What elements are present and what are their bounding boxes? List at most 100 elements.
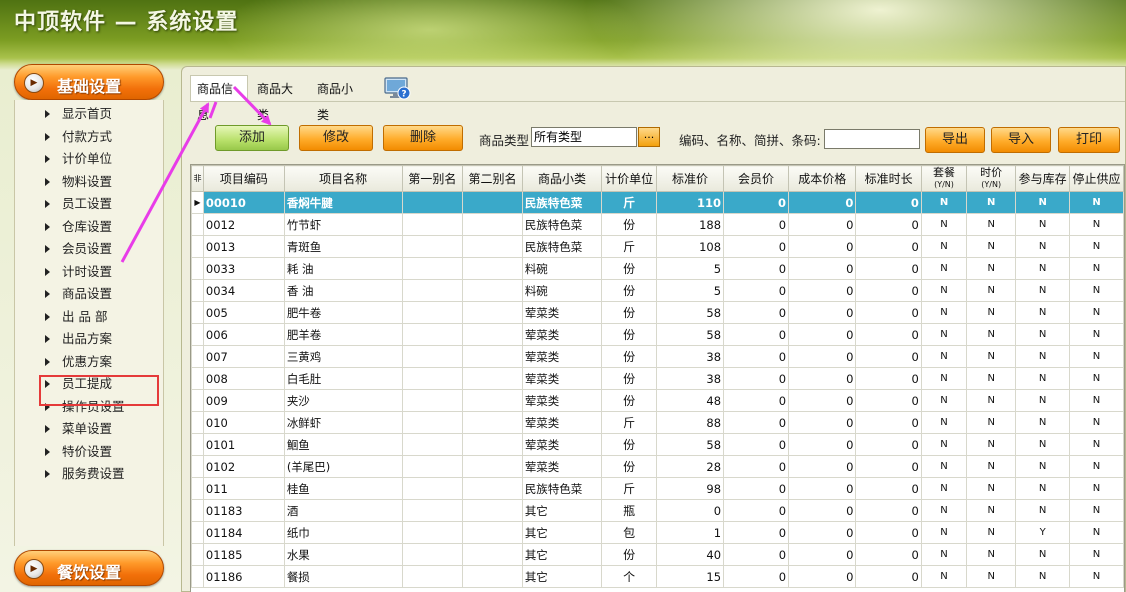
print-button[interactable]: 打印 [1058,127,1120,153]
table-cell: N [1069,323,1124,346]
table-row[interactable]: 011 桂鱼 民族特色菜斤 98 0 0 0 N N N N [191,477,1124,500]
caret-right-icon [45,110,50,118]
table-row[interactable]: 0013 青斑鱼 民族特色菜斤 108 0 0 0 N N N N [191,235,1124,258]
column-header-label: 会员价 [738,171,775,186]
column-header[interactable]: 第二别名 [462,165,523,192]
sidebar-item[interactable]: 计价单位 [45,149,112,169]
table-cell: 斤 [601,477,658,500]
sidebar-item[interactable]: 物料设置 [45,172,112,192]
sidebar-item[interactable]: 仓库设置 [45,217,112,237]
edit-button[interactable]: 修改 [299,125,373,151]
table-cell: N [966,565,1017,588]
table-cell: 0 [788,257,857,280]
table-cell [401,257,464,280]
table-cell: Y [1015,521,1071,544]
help-monitor-icon[interactable]: ? [383,76,411,100]
tab-product-info[interactable]: 商品信息 [190,75,248,122]
table-cell: N [1015,257,1071,280]
table-cell: 0 [788,455,857,478]
tab-product-subcategory[interactable]: 商品小类 [310,75,370,122]
table-row[interactable]: 01184 纸巾 其它包 1 0 0 0 N N Y N [191,521,1124,544]
sidebar-item[interactable]: 特价设置 [45,442,112,462]
table-row[interactable]: 01186 餐损 其它个 15 0 0 0 N N N N [191,565,1124,588]
caret-right-icon [45,245,50,253]
table-row[interactable]: 007 三黄鸡 荤菜类份 38 0 0 0 N N N N [191,345,1124,368]
column-header-label: 参与库存 [1018,171,1067,186]
table-cell: 份 [601,367,658,390]
caret-right-icon [45,312,50,321]
sidebar-item-label: 付款方式 [62,128,113,144]
column-header[interactable]: 计价单位 [601,165,658,192]
sidebar-item[interactable]: 显示首页 [45,104,112,124]
table-cell: N [1015,477,1071,500]
import-button[interactable]: 导入 [991,127,1051,153]
table-cell: N [920,455,968,478]
table-cell: 份 [601,257,658,280]
table-cell: N [1069,433,1124,456]
table-cell: 01185 [202,543,285,566]
sidebar-item[interactable]: 出 品 部 [45,307,107,327]
table-cell: 0 [788,543,857,566]
row-indicator [191,345,204,368]
table-row[interactable]: 006 肥羊卷 荤菜类份 58 0 0 0 N N N N [191,323,1124,346]
column-header[interactable]: 标准价 [656,165,725,192]
table-cell: 竹节虾 [283,213,403,236]
table-cell: 1 [656,521,725,544]
export-button[interactable]: 导出 [925,127,985,153]
table-row[interactable]: 005 肥牛卷 荤菜类份 58 0 0 0 N N N N [191,301,1124,324]
table-cell: 份 [601,345,658,368]
table-row[interactable]: 01185 水果 其它份 40 0 0 0 N N N N [191,543,1124,566]
column-header[interactable]: 项目名称 [283,165,403,192]
column-header[interactable]: 时价 (Y/N) [966,165,1017,192]
add-button[interactable]: 添加 [215,125,289,151]
table-row[interactable]: 010 冰鲜虾 荤菜类斤 88 0 0 0 N N N N [191,411,1124,434]
table-cell: 0 [855,301,922,324]
group-header-basic-settings[interactable]: ▶ 基础设置 [14,64,164,100]
table-cell: N [1015,301,1071,324]
product-type-select[interactable]: 所有类型 [531,127,637,147]
delete-button[interactable]: 删除 [383,125,463,151]
sidebar-item[interactable]: 会员设置 [45,239,112,259]
sidebar-item[interactable]: 商品设置 [45,284,112,304]
table-cell: N [920,279,968,302]
column-header[interactable]: 商品小类 [521,165,603,192]
search-input[interactable] [824,129,920,149]
table-cell: 0 [723,257,790,280]
table-row[interactable]: 0101 鮰鱼 荤菜类份 58 0 0 0 N N N N [191,433,1124,456]
table-row[interactable]: 0012 竹节虾 民族特色菜份 188 0 0 0 N N N N [191,213,1124,236]
table-row[interactable]: 008 白毛肚 荤菜类份 38 0 0 0 N N N N [191,367,1124,390]
table-cell: N [966,367,1017,390]
table-row[interactable]: 0102 (羊尾巴) 荤菜类份 28 0 0 0 N N N N [191,455,1124,478]
column-header[interactable]: 参与库存 [1015,165,1071,192]
sidebar-item[interactable]: 菜单设置 [45,419,112,439]
product-type-browse-button[interactable]: ... [638,127,660,147]
table-row[interactable]: 0034 香 油料碗份 5 0 0 0 N N N N [191,279,1124,302]
column-header[interactable]: 第一别名 [401,165,464,192]
column-header[interactable]: 会员价 [723,165,790,192]
row-indicator [191,323,204,346]
table-row[interactable]: 01183 酒其它瓶 0 0 0 0 N N N N [191,499,1124,522]
column-header[interactable]: 标准时长 [855,165,922,192]
table-row[interactable]: 0033 耗 油料碗份 5 0 0 0 N N N N [191,257,1124,280]
table-cell: 011 [202,477,285,500]
column-header[interactable]: 项目编码 [202,165,285,192]
sidebar-item[interactable]: 出品方案 [45,329,112,349]
sidebar-item-label: 出 品 部 [62,308,108,324]
sidebar-item[interactable]: 优惠方案 [45,352,112,372]
tab-product-category[interactable]: 商品大类 [250,75,310,122]
table-row[interactable]: 009 夹沙 荤菜类份 48 0 0 0 N N N N [191,389,1124,412]
column-header[interactable]: 套餐 (Y/N) [920,165,968,192]
column-header[interactable]: 停止供应 [1069,165,1124,192]
table-row[interactable]: ▶ 00010 香焖牛腱 民族特色菜斤 110 0 0 0 N N N N [191,191,1124,214]
table-cell: 38 [656,345,725,368]
table-cell: N [1069,367,1124,390]
sidebar-item[interactable]: 计时设置 [45,262,112,282]
sidebar-item[interactable]: 付款方式 [45,127,112,147]
table-cell [462,521,523,544]
sidebar-item[interactable]: 服务费设置 [45,464,125,484]
table-cell: N [920,433,968,456]
column-header[interactable]: 成本价格 [788,165,857,192]
table-cell: N [966,213,1017,236]
sidebar-item[interactable]: 员工设置 [45,194,112,214]
group-header-catering-settings[interactable]: ▶ 餐饮设置 [14,550,164,586]
